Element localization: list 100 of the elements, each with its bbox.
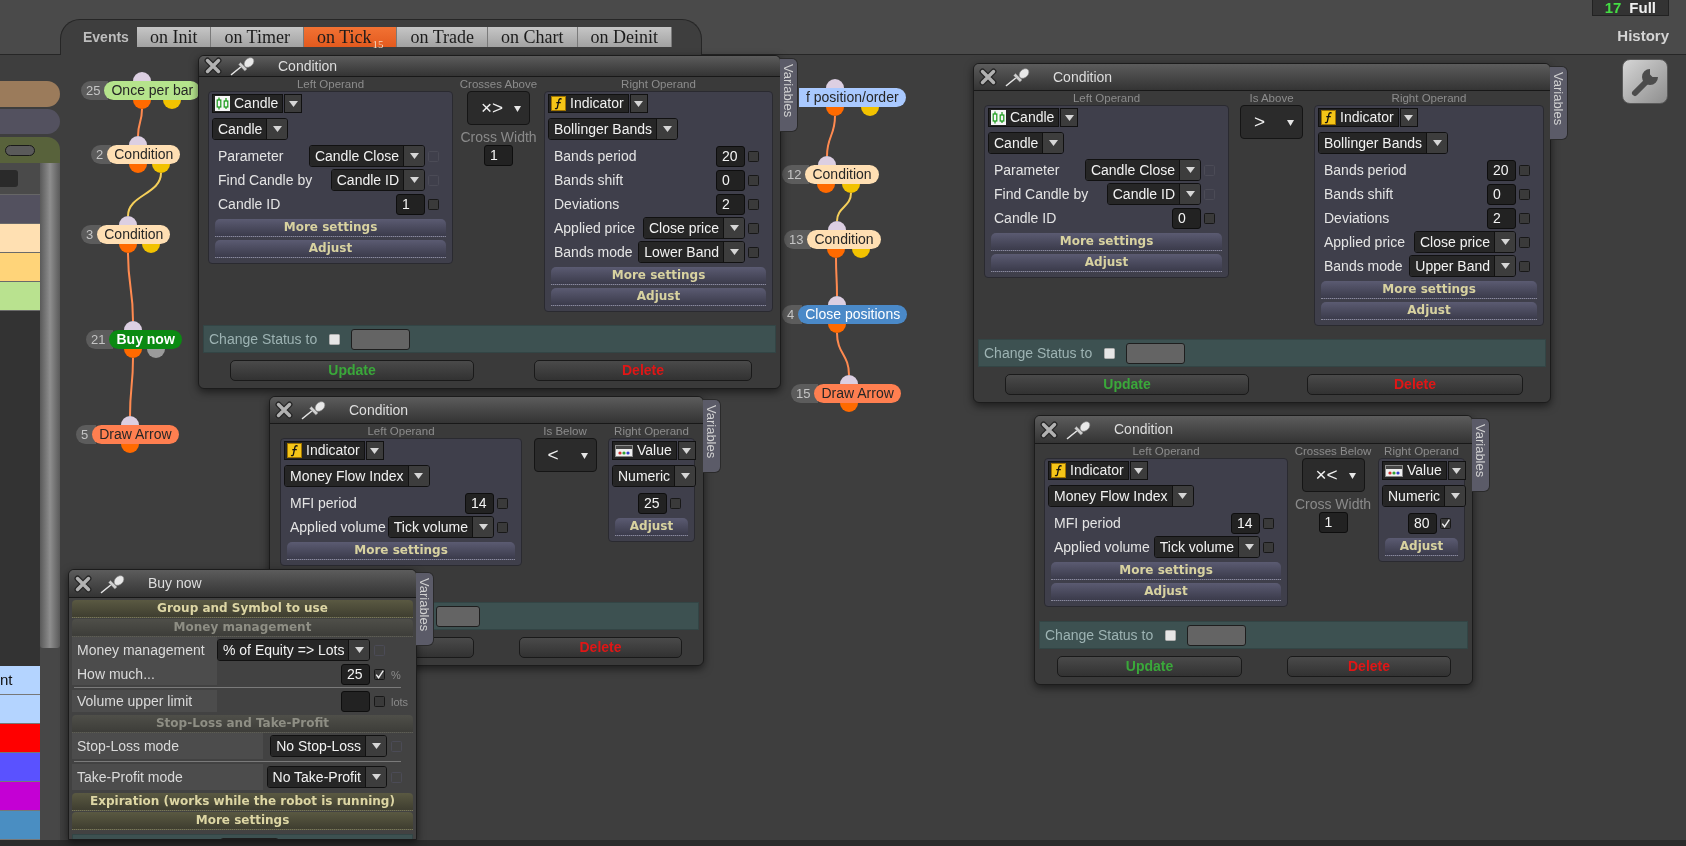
event-tab[interactable]: on Init bbox=[136, 27, 212, 47]
operand-button[interactable]: Adjust bbox=[1385, 538, 1458, 556]
checkbox[interactable] bbox=[1104, 347, 1115, 359]
checkbox[interactable] bbox=[1263, 517, 1274, 529]
dropdown[interactable]: Candle bbox=[212, 118, 289, 140]
section-header[interactable]: Group and Symbol to use bbox=[72, 600, 413, 618]
dropdown[interactable]: Money Flow Index bbox=[1048, 485, 1194, 507]
input-field[interactable] bbox=[0, 170, 18, 187]
dropdown[interactable]: Candle bbox=[988, 132, 1065, 154]
event-tab[interactable]: on Trade bbox=[397, 27, 488, 47]
checkbox[interactable] bbox=[748, 174, 759, 186]
update-button[interactable]: Update bbox=[1057, 656, 1242, 677]
node-label[interactable]: Buy now bbox=[109, 330, 182, 349]
number-field[interactable]: 1 bbox=[1318, 512, 1348, 533]
checkbox[interactable] bbox=[1519, 164, 1530, 176]
node-label[interactable]: Condition bbox=[107, 145, 181, 164]
dropdown[interactable]: Upper Band bbox=[1409, 255, 1516, 277]
number-field[interactable]: 1 bbox=[484, 145, 513, 166]
checkbox[interactable] bbox=[374, 668, 385, 680]
number-field[interactable]: 0 bbox=[716, 169, 745, 191]
scrollbar-thumb[interactable] bbox=[40, 163, 60, 648]
close-icon[interactable] bbox=[204, 57, 222, 75]
pin-icon[interactable] bbox=[230, 56, 256, 76]
number-field[interactable]: 25 bbox=[638, 492, 667, 514]
node-label[interactable]: Once per bar bbox=[104, 81, 201, 100]
number-field[interactable]: 20 bbox=[1487, 159, 1516, 181]
number-field[interactable] bbox=[341, 690, 370, 712]
close-icon[interactable] bbox=[74, 574, 92, 593]
dropdown[interactable]: Lower Band bbox=[638, 241, 745, 263]
settings-button[interactable] bbox=[1622, 59, 1668, 104]
operand-button[interactable]: Adjust bbox=[215, 240, 446, 258]
pin-icon[interactable] bbox=[301, 400, 327, 420]
dropdown[interactable]: Numeric bbox=[1382, 485, 1467, 507]
checkbox[interactable] bbox=[1165, 629, 1176, 641]
node-label[interactable]: Condition bbox=[807, 230, 881, 249]
dropdown[interactable]: Bollinger Bands bbox=[548, 118, 679, 140]
event-tab[interactable]: on Chart bbox=[488, 27, 578, 47]
close-icon[interactable] bbox=[979, 68, 997, 86]
list-row[interactable] bbox=[0, 253, 40, 282]
operand-button[interactable]: Adjust bbox=[551, 288, 766, 306]
checkbox[interactable] bbox=[1263, 541, 1274, 553]
operand-button[interactable]: More settings bbox=[991, 233, 1222, 251]
number-field[interactable]: 80 bbox=[1408, 512, 1437, 534]
dropdown[interactable]: Bollinger Bands bbox=[1318, 132, 1449, 154]
update-button[interactable]: Update bbox=[1005, 374, 1249, 395]
pin-icon[interactable] bbox=[100, 573, 126, 594]
toggle-icon[interactable] bbox=[5, 144, 35, 156]
checkbox[interactable] bbox=[748, 246, 759, 258]
sidebar-tab[interactable] bbox=[0, 81, 60, 107]
list-row[interactable] bbox=[0, 695, 40, 724]
checkbox[interactable] bbox=[1519, 188, 1530, 200]
checkbox[interactable] bbox=[497, 521, 508, 533]
operand-button[interactable]: More settings bbox=[287, 542, 515, 560]
node-label[interactable]: Condition bbox=[97, 225, 171, 244]
operand-button[interactable]: More settings bbox=[215, 219, 446, 237]
event-tab[interactable]: on Tick$_{15}$ bbox=[303, 27, 398, 47]
variables-tab[interactable]: Variables bbox=[703, 399, 721, 473]
close-icon[interactable] bbox=[275, 401, 293, 419]
section-header[interactable]: More settings bbox=[72, 812, 413, 830]
number-field[interactable]: 20 bbox=[716, 145, 745, 167]
number-field[interactable]: 14 bbox=[465, 492, 494, 514]
checkbox[interactable] bbox=[1440, 517, 1451, 529]
checkbox[interactable] bbox=[497, 497, 508, 509]
checkbox[interactable] bbox=[374, 695, 385, 707]
number-field[interactable]: 2 bbox=[716, 193, 745, 215]
close-icon[interactable] bbox=[1040, 420, 1058, 439]
input-field[interactable] bbox=[436, 605, 480, 627]
pin-icon[interactable] bbox=[1005, 67, 1031, 87]
variables-tab[interactable]: Variables bbox=[416, 572, 434, 646]
checkbox[interactable] bbox=[670, 497, 681, 509]
variables-tab[interactable]: Variables bbox=[1472, 418, 1490, 492]
operand-button[interactable]: Adjust bbox=[1321, 302, 1537, 320]
operand-button[interactable]: More settings bbox=[1321, 281, 1537, 299]
dropdown[interactable]: Numeric bbox=[612, 465, 697, 487]
list-row[interactable] bbox=[0, 224, 40, 253]
input-field[interactable] bbox=[1187, 624, 1246, 646]
number-field[interactable]: 0 bbox=[1172, 207, 1201, 229]
checkbox[interactable] bbox=[1519, 236, 1530, 248]
number-field[interactable]: 2 bbox=[1487, 207, 1516, 229]
number-field[interactable]: 1 bbox=[396, 193, 425, 215]
event-tab[interactable]: on Timer bbox=[211, 27, 304, 47]
input-field[interactable] bbox=[1126, 342, 1185, 364]
list-row[interactable] bbox=[0, 282, 40, 311]
section-header[interactable]: Expiration (works while the robot is running) bbox=[72, 793, 413, 811]
checkbox[interactable] bbox=[1519, 260, 1530, 272]
node-label[interactable]: Condition bbox=[805, 165, 879, 184]
checkbox[interactable] bbox=[428, 198, 439, 210]
input-field[interactable] bbox=[351, 328, 410, 350]
checkbox[interactable] bbox=[1519, 212, 1530, 224]
checkbox[interactable] bbox=[1204, 212, 1215, 224]
variables-tab[interactable]: Variables bbox=[1550, 66, 1568, 140]
dropdown[interactable]: Close price bbox=[1413, 231, 1516, 253]
operand-button[interactable]: More settings bbox=[551, 267, 766, 285]
node-label[interactable]: f position/order bbox=[799, 88, 906, 107]
variables-tab[interactable]: Variables bbox=[780, 58, 798, 132]
operator-dropdown[interactable]: ×> bbox=[467, 91, 530, 125]
operand-button[interactable]: Adjust bbox=[991, 254, 1222, 272]
operator-dropdown[interactable]: ×< bbox=[1301, 458, 1365, 492]
operand-button[interactable]: Adjust bbox=[1051, 583, 1281, 601]
operator-dropdown[interactable]: > bbox=[1240, 105, 1303, 139]
